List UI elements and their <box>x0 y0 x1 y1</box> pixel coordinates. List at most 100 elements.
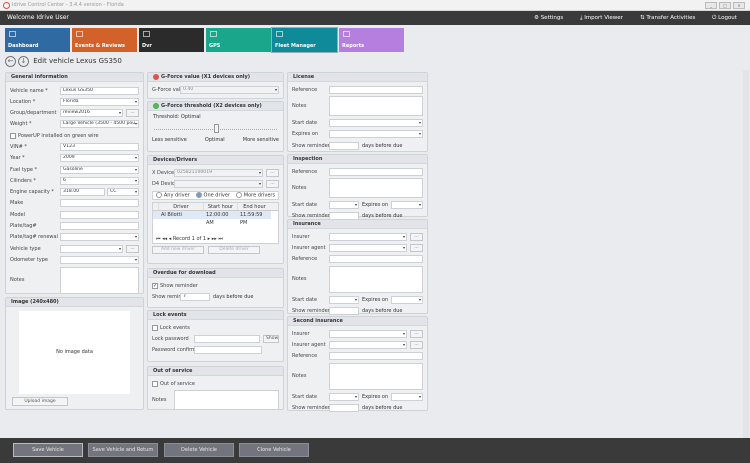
vehicle-type-select[interactable]: ▾ <box>60 244 123 253</box>
notes-input[interactable] <box>329 178 423 199</box>
chevron-down-icon[interactable]: ▾ <box>135 178 137 184</box>
pager-nav-icons[interactable]: ⏮ ◂◂ ◂ <box>156 236 173 242</box>
pager-nav-icons[interactable]: ▸ ▸▸ ⏭ <box>206 236 223 242</box>
insurer-agent-select[interactable]: ▾ <box>329 340 407 349</box>
chevron-down-icon[interactable]: ▾ <box>419 202 421 208</box>
checkbox[interactable]: ✓ <box>152 282 158 289</box>
chevron-down-icon[interactable]: ▾ <box>403 331 405 337</box>
clone-vehicle-button[interactable]: Clone Vehicle <box>239 443 309 457</box>
notes-input[interactable] <box>174 390 279 411</box>
insurer-select[interactable]: ▾ <box>329 232 407 241</box>
cilinders-select[interactable]: 6 ▾ <box>60 176 139 185</box>
plate-tag-renewal-select[interactable]: ▾ <box>60 233 139 242</box>
x-device-browse-button[interactable]: ... <box>266 168 279 177</box>
save-vehicle-button[interactable]: Save Vehicle <box>13 443 83 457</box>
make-input[interactable] <box>60 199 139 208</box>
reference-input[interactable] <box>329 85 423 94</box>
chevron-down-icon[interactable]: ▾ <box>135 257 137 263</box>
start-date-select[interactable]: ▾ <box>329 295 359 304</box>
vehicle-type-browse-button[interactable]: ... <box>126 244 139 253</box>
chevron-down-icon[interactable]: ▾ <box>119 246 121 252</box>
tile-gps[interactable]: GPS <box>206 28 271 52</box>
chevron-down-icon[interactable]: ▾ <box>275 87 277 93</box>
d4-device-select[interactable]: ▾ <box>174 179 263 188</box>
insurer-select[interactable]: ▾ <box>329 329 407 338</box>
unit-select[interactable]: CC ▾ <box>107 188 139 197</box>
chevron-down-icon[interactable]: ▾ <box>403 234 405 240</box>
notes-input[interactable] <box>60 266 139 294</box>
back-icon[interactable]: ← <box>5 55 16 67</box>
expires-on-select[interactable]: ▾ <box>329 130 423 139</box>
insurer-browse-button[interactable]: ... <box>410 232 423 241</box>
odometer-type-select[interactable]: ▾ <box>60 255 139 264</box>
column-header-end-hour[interactable]: End hour <box>237 202 271 210</box>
chevron-down-icon[interactable]: ▾ <box>355 394 357 400</box>
chevron-down-icon[interactable]: ▾ <box>135 121 137 127</box>
vehicle-name-input[interactable]: Lexus GS350 <box>60 86 139 95</box>
expires-on-select[interactable]: ▾ <box>391 392 423 401</box>
group-department-select[interactable]: review2016 ▾ <box>60 109 123 118</box>
notes-input[interactable] <box>329 265 423 293</box>
engine-capacity-input[interactable]: 318.00 <box>60 188 105 197</box>
fuel-type-select[interactable]: Gasoline ▾ <box>60 165 139 174</box>
location-select[interactable]: Florida ▾ <box>60 97 139 106</box>
threshold-slider[interactable] <box>154 123 277 135</box>
notes-input[interactable] <box>329 96 423 117</box>
tile-dvr[interactable]: Dvr <box>139 28 204 52</box>
show-reminder-input[interactable]: 7 <box>180 292 210 301</box>
add-driver-button[interactable]: Add new driver <box>152 246 204 255</box>
model-input[interactable] <box>60 210 139 219</box>
x-device-select[interactable]: 025821100019 ▾ <box>174 168 263 177</box>
notes-input[interactable] <box>329 362 423 390</box>
chevron-down-icon[interactable]: ▾ <box>259 170 261 176</box>
lock-password-show-button[interactable]: Show <box>263 334 279 343</box>
chevron-down-icon[interactable]: ▾ <box>259 181 261 187</box>
show-reminder-input[interactable] <box>329 403 359 412</box>
vertical-scrollbar[interactable] <box>743 70 749 438</box>
tile-fleet-manager[interactable]: Fleet Manager <box>271 27 338 53</box>
radio-one-driver[interactable]: One driver <box>195 191 230 198</box>
chevron-down-icon[interactable]: ▾ <box>135 99 137 105</box>
maximize-button[interactable]: □ <box>719 2 731 9</box>
table-row[interactable]: Al Bilotti 12:00:00 AM 11:59:59 PM <box>153 210 271 226</box>
column-header-start-hour[interactable]: Start hour <box>203 202 237 210</box>
checkbox[interactable] <box>152 380 158 387</box>
column-header-driver[interactable]: Driver <box>158 202 203 210</box>
group-department-browse-button[interactable]: ... <box>126 109 139 118</box>
chevron-down-icon[interactable]: ▾ <box>135 167 137 173</box>
tile-dashboard[interactable]: Dashboard <box>5 28 70 52</box>
chevron-down-icon[interactable]: ▾ <box>403 342 405 348</box>
lock-password-input[interactable] <box>194 334 260 343</box>
chevron-down-icon[interactable]: ▾ <box>419 394 421 400</box>
reference-input[interactable] <box>329 167 423 176</box>
insurer-agent-select[interactable]: ▾ <box>329 243 407 252</box>
reference-input[interactable] <box>329 255 423 264</box>
start-date-select[interactable]: ▾ <box>329 392 359 401</box>
chevron-down-icon[interactable]: ▾ <box>419 120 421 126</box>
chevron-down-icon[interactable]: ▾ <box>419 131 421 137</box>
slider-thumb[interactable] <box>213 124 219 133</box>
insurer-agent-browse-button[interactable]: ... <box>410 243 423 252</box>
start-date-select[interactable]: ▾ <box>329 119 423 128</box>
weight-select[interactable]: Large Vehicle (3500 - 4500 pou... ▾ <box>60 120 139 129</box>
chevron-down-icon[interactable]: ▾ <box>355 297 357 303</box>
import-viewer-link[interactable]: ⤓ Import Viewer <box>580 11 623 25</box>
chevron-down-icon[interactable]: ▾ <box>403 245 405 251</box>
upload-image-button[interactable]: Upload image <box>12 397 68 406</box>
settings-link[interactable]: ⚙ Settings <box>534 11 563 25</box>
close-button[interactable]: × <box>733 2 745 9</box>
start-date-select[interactable]: ▾ <box>329 201 359 210</box>
insurer-agent-browse-button[interactable]: ... <box>410 340 423 349</box>
password-confirm-input[interactable] <box>194 346 262 355</box>
chevron-down-icon[interactable]: ▾ <box>135 189 137 195</box>
expires-on-select[interactable]: ▾ <box>391 201 423 210</box>
reference-input[interactable] <box>329 352 423 361</box>
g-force-value-select[interactable]: 0.40 ▾ <box>180 85 279 94</box>
plate-tag-input[interactable] <box>60 222 139 231</box>
delete-vehicle-button[interactable]: Delete Vehicle <box>164 443 234 457</box>
d4-device-browse-button[interactable]: ... <box>266 179 279 188</box>
save-and-return-button[interactable]: Save Vehicle and Return <box>88 443 158 457</box>
tile-events-reviews[interactable]: Events & Reviews <box>72 28 137 52</box>
chevron-down-icon[interactable]: ▾ <box>355 202 357 208</box>
delete-driver-button[interactable]: Delete driver <box>208 246 260 255</box>
